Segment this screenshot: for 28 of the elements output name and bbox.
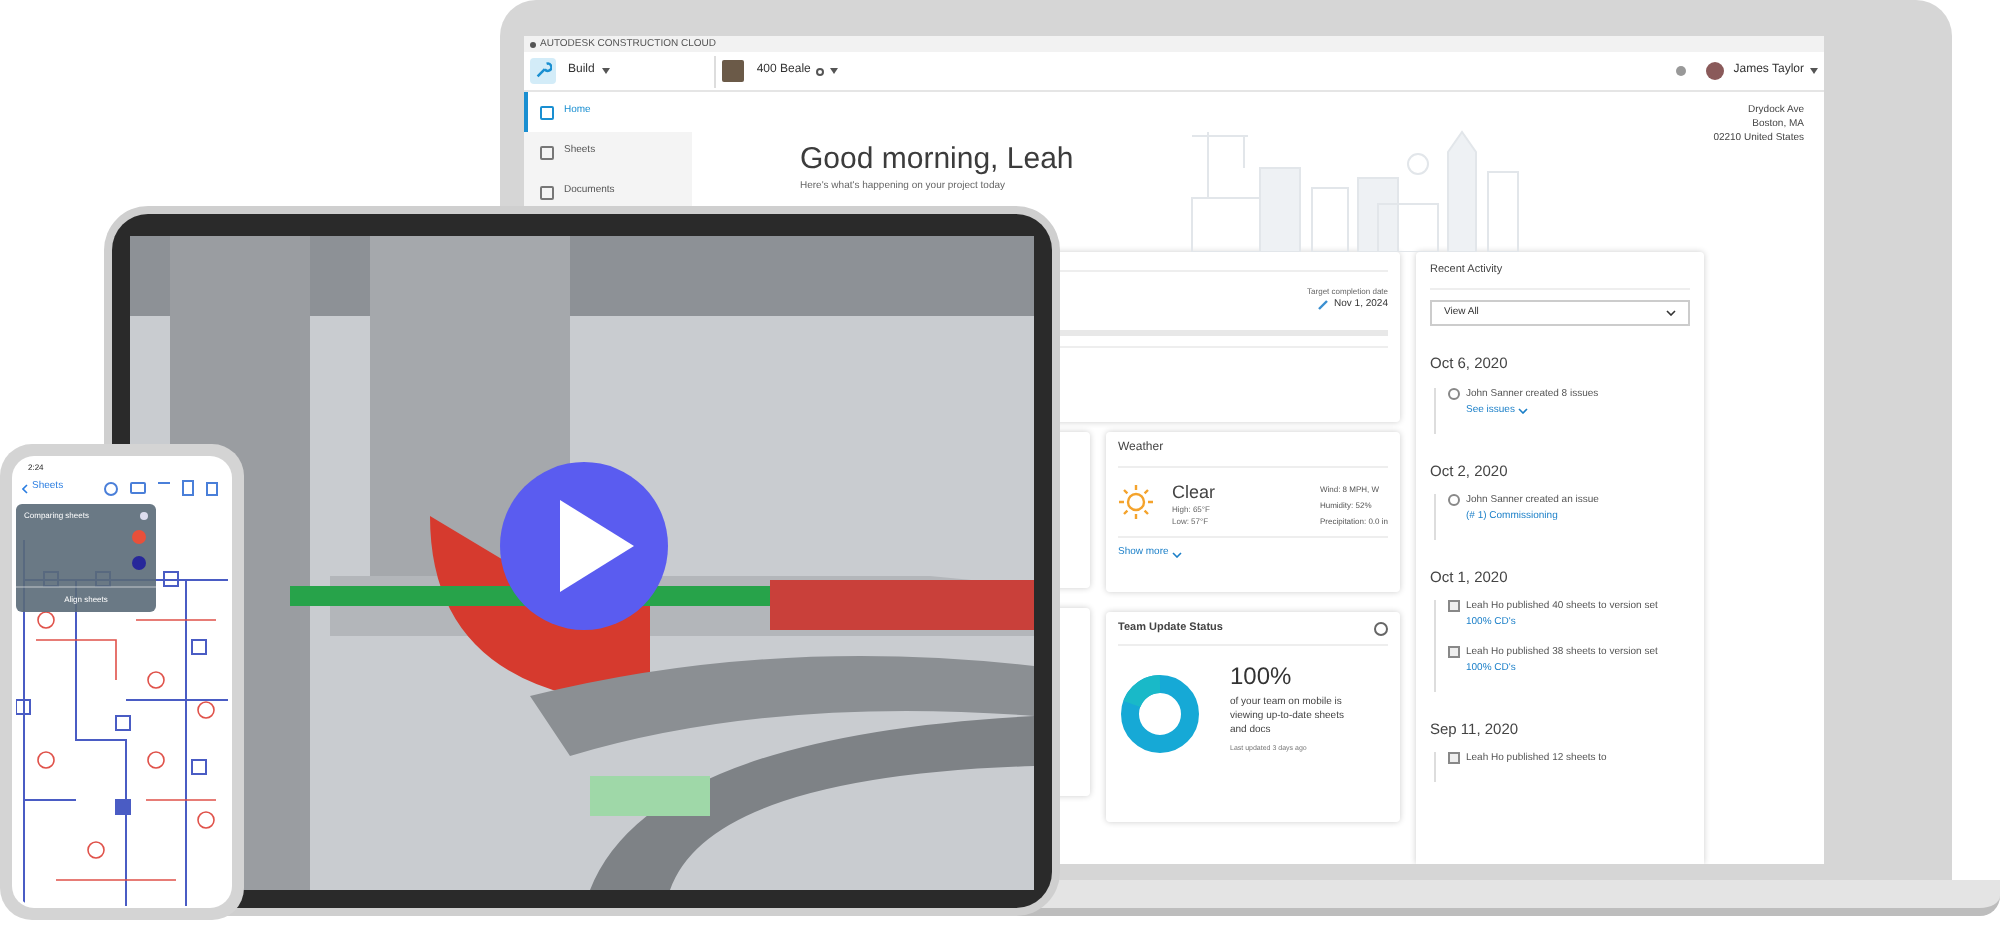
- wrench-icon: [530, 58, 556, 84]
- sheet-icon[interactable]: [182, 480, 194, 496]
- sun-icon: [1118, 484, 1154, 520]
- help-icon[interactable]: [1675, 66, 1686, 76]
- sheet-icon: [1448, 646, 1460, 658]
- pencil-icon[interactable]: [1318, 300, 1329, 311]
- caret-icon: [830, 68, 839, 74]
- clock-icon[interactable]: [104, 481, 118, 495]
- team-percentage: 100%: [1230, 662, 1294, 693]
- weather-condition: Clear: [1172, 482, 1216, 505]
- project-photo: [722, 60, 745, 82]
- chevron-icon: [1518, 407, 1529, 413]
- info-icon[interactable]: [1374, 621, 1388, 636]
- caret-icon: [1810, 68, 1818, 74]
- sheet-icon: [1448, 752, 1460, 765]
- layers-icon[interactable]: [130, 482, 146, 494]
- chevron-icon: [1666, 310, 1676, 317]
- avatar: [1705, 62, 1724, 80]
- globe-icon: [816, 67, 825, 75]
- caret-icon: [602, 68, 611, 74]
- greeting: Good morning, Leah: [800, 142, 1074, 180]
- chevron-icon: [1172, 551, 1183, 557]
- logo-icon: [530, 41, 536, 47]
- sheet-icon: [1448, 600, 1460, 612]
- donut-chart-drawing: [1120, 674, 1200, 755]
- settings-icon[interactable]: [140, 512, 148, 520]
- back-chevron-icon: [22, 483, 28, 493]
- play-button[interactable]: [500, 462, 668, 630]
